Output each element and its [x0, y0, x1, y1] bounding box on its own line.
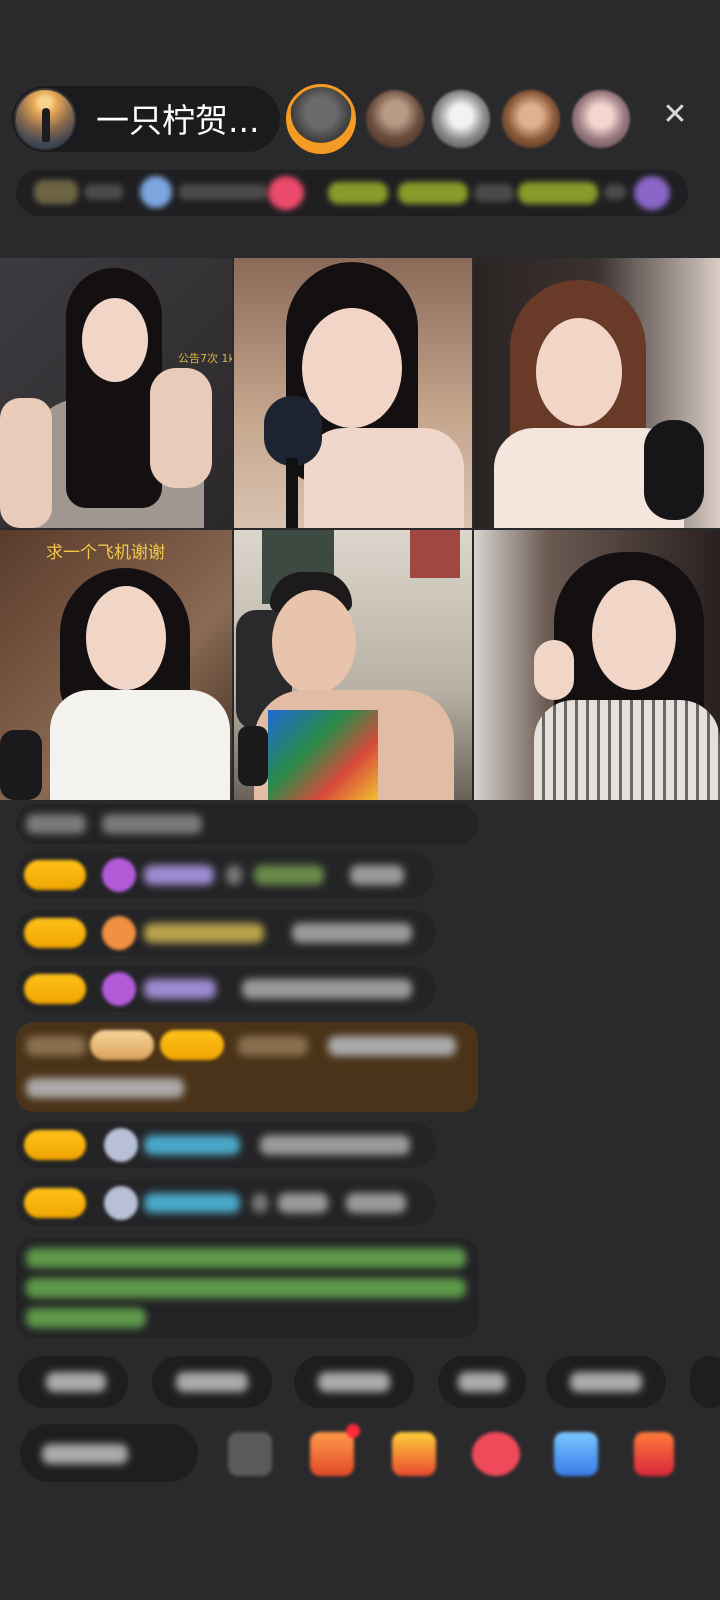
quick-reply-button[interactable]	[294, 1356, 414, 1408]
chat-message	[16, 1180, 436, 1226]
share-icon[interactable]	[554, 1432, 598, 1476]
gift-box-icon[interactable]	[310, 1424, 360, 1476]
video-tile[interactable]	[234, 258, 472, 528]
quick-reply-button[interactable]	[438, 1356, 526, 1408]
emoji-icon[interactable]	[228, 1432, 272, 1476]
chat-message	[16, 852, 434, 898]
video-tile[interactable]: 求一个飞机谢谢	[0, 530, 232, 800]
video-tile[interactable]: 公告7次 1k	[0, 258, 232, 528]
gift-icon[interactable]	[634, 1432, 674, 1476]
chat-message	[16, 804, 478, 844]
tile-caption: 求一个飞机谢谢	[46, 543, 165, 563]
chat-message	[16, 1122, 436, 1168]
chat-message	[16, 910, 436, 956]
room-tags-bar[interactable]	[16, 170, 688, 216]
system-notice	[16, 1238, 478, 1338]
quick-reply-button[interactable]	[546, 1356, 666, 1408]
viewer-avatar[interactable]	[432, 90, 490, 148]
host-name: 一只柠贺...	[96, 101, 260, 140]
chat-message	[16, 966, 436, 1012]
chat-message-highlighted	[16, 1022, 478, 1112]
quick-reply-button[interactable]	[152, 1356, 272, 1408]
activity-icon[interactable]	[392, 1432, 436, 1476]
host-avatar[interactable]	[14, 88, 76, 150]
viewer-avatar[interactable]	[286, 84, 356, 154]
link-icon[interactable]	[472, 1432, 520, 1476]
tile-caption: 公告7次 1k	[178, 352, 232, 365]
video-tile[interactable]	[234, 530, 472, 800]
video-tile[interactable]	[474, 258, 720, 528]
quick-reply-button[interactable]	[690, 1356, 720, 1408]
close-icon[interactable]: ✕	[660, 100, 690, 130]
quick-reply-button[interactable]	[18, 1356, 128, 1408]
viewer-avatar[interactable]	[572, 90, 630, 148]
video-tile[interactable]	[474, 530, 720, 800]
chat-input[interactable]	[20, 1424, 198, 1482]
video-grid: 公告7次 1k 求一个飞机谢谢	[0, 258, 720, 800]
viewer-avatar[interactable]	[502, 90, 560, 148]
viewer-avatar[interactable]	[366, 90, 424, 148]
